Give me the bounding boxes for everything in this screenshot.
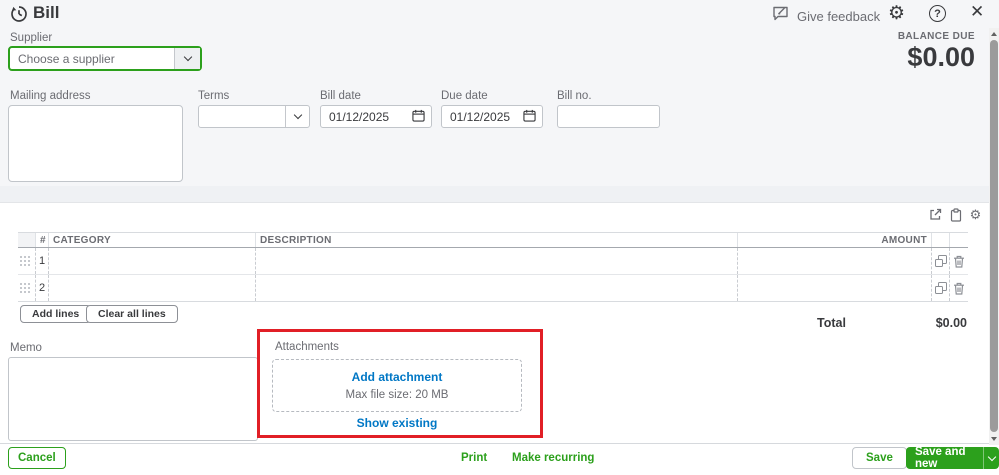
balance-due-label: BALANCE DUE xyxy=(897,31,975,42)
category-cell[interactable] xyxy=(49,248,256,274)
drag-handle-icon[interactable] xyxy=(18,248,36,274)
supplier-dropdown[interactable]: Choose a supplier xyxy=(8,46,202,71)
bill-date-field[interactable]: 01/12/2025 xyxy=(320,105,432,128)
supplier-label: Supplier xyxy=(10,32,53,44)
copy-row-icon[interactable] xyxy=(932,275,950,301)
scrollbar-thumb[interactable] xyxy=(990,40,998,432)
category-column-header[interactable]: CATEGORY xyxy=(49,233,256,247)
terms-label: Terms xyxy=(198,90,230,102)
section-divider-band xyxy=(0,186,999,203)
clear-all-lines-button[interactable]: Clear all lines xyxy=(86,305,178,323)
copy-column-header xyxy=(932,233,950,247)
settings-gear-icon[interactable]: ⚙ xyxy=(888,2,905,25)
memo-label: Memo xyxy=(10,342,42,354)
line-items-table: # CATEGORY DESCRIPTION AMOUNT 1 2 xyxy=(18,232,968,302)
row-number: 1 xyxy=(36,248,49,274)
delete-column-header xyxy=(950,233,968,247)
total-value: $0.00 xyxy=(935,316,967,330)
drag-handle-icon[interactable] xyxy=(18,275,36,301)
vertical-scrollbar[interactable] xyxy=(989,28,999,445)
add-lines-button[interactable]: Add lines xyxy=(20,305,92,323)
print-link[interactable]: Print xyxy=(461,452,487,464)
save-and-new-button[interactable]: Save and new xyxy=(906,446,984,470)
cancel-button[interactable]: Cancel xyxy=(8,447,66,469)
terms-chevron-down-icon[interactable] xyxy=(285,106,309,127)
due-date-label: Due date xyxy=(441,90,488,102)
add-attachment-link[interactable]: Add attachment xyxy=(273,370,521,384)
delete-row-icon[interactable] xyxy=(950,275,968,301)
amount-cell[interactable] xyxy=(738,275,932,301)
bill-no-label: Bill no. xyxy=(557,90,592,102)
save-and-new-split-button: Save and new xyxy=(906,446,999,470)
num-column-header: # xyxy=(36,233,49,247)
scroll-down-icon[interactable] xyxy=(991,437,997,441)
due-date-value[interactable]: 01/12/2025 xyxy=(450,110,510,124)
supplier-placeholder[interactable]: Choose a supplier xyxy=(10,48,174,69)
copy-row-icon[interactable] xyxy=(932,248,950,274)
row-number: 2 xyxy=(36,275,49,301)
close-icon[interactable]: ✕ xyxy=(970,2,984,22)
save-button[interactable]: Save xyxy=(852,447,907,469)
description-column-header[interactable]: DESCRIPTION xyxy=(256,233,738,247)
due-date-field[interactable]: 01/12/2025 xyxy=(441,105,543,128)
amount-column-header[interactable]: AMOUNT xyxy=(738,233,932,247)
supplier-chevron-down-icon[interactable] xyxy=(174,48,200,69)
footer-bar xyxy=(0,443,999,475)
terms-dropdown[interactable] xyxy=(198,105,310,128)
scroll-up-icon[interactable] xyxy=(991,32,997,36)
balance-due-amount: $0.00 xyxy=(907,42,975,72)
mailing-address-label: Mailing address xyxy=(10,90,91,102)
feedback-icon xyxy=(772,5,791,27)
attachment-dropzone[interactable]: Add attachment Max file size: 20 MB xyxy=(272,359,522,412)
grid-toolbar: ⚙ xyxy=(928,207,983,222)
amount-cell[interactable] xyxy=(738,248,932,274)
history-icon[interactable] xyxy=(10,5,28,28)
max-file-size-text: Max file size: 20 MB xyxy=(345,389,449,401)
due-date-calendar-icon[interactable] xyxy=(523,109,536,125)
description-cell[interactable] xyxy=(256,248,738,274)
memo-textarea[interactable] xyxy=(8,357,258,441)
delete-row-icon[interactable] xyxy=(950,248,968,274)
give-feedback-button[interactable]: Give feedback xyxy=(772,5,880,27)
bill-date-value[interactable]: 01/12/2025 xyxy=(329,110,389,124)
description-cell[interactable] xyxy=(256,275,738,301)
attachments-label: Attachments xyxy=(275,341,339,353)
help-icon[interactable]: ? xyxy=(929,5,946,22)
show-existing-link[interactable]: Show existing xyxy=(272,416,522,430)
page-title: Bill xyxy=(33,3,60,22)
clipboard-icon[interactable] xyxy=(948,207,963,222)
total-label: Total xyxy=(817,316,846,330)
drag-column-header xyxy=(18,233,36,247)
export-grid-icon[interactable] xyxy=(928,207,943,222)
bill-date-calendar-icon[interactable] xyxy=(412,109,425,125)
bill-date-label: Bill date xyxy=(320,90,361,102)
table-header-row: # CATEGORY DESCRIPTION AMOUNT xyxy=(18,232,968,248)
save-and-new-chevron-down-icon[interactable] xyxy=(983,447,999,469)
give-feedback-label: Give feedback xyxy=(797,8,881,24)
mailing-address-textarea[interactable] xyxy=(8,105,183,182)
bill-no-input[interactable] xyxy=(557,105,660,128)
grid-settings-gear-icon[interactable]: ⚙ xyxy=(968,207,983,222)
table-row: 1 xyxy=(18,248,968,275)
table-row: 2 xyxy=(18,275,968,302)
category-cell[interactable] xyxy=(49,275,256,301)
make-recurring-link[interactable]: Make recurring xyxy=(512,452,594,464)
